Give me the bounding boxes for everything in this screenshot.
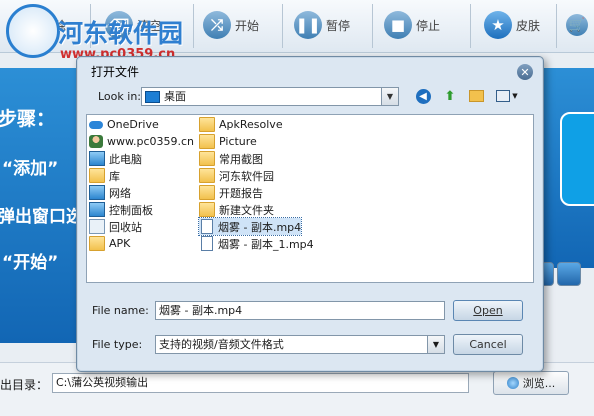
instructions-panel: 步骤： “添加” 弹出窗口选 “开始” [0, 68, 85, 343]
pause-button[interactable]: ❚❚ 暂停 [294, 0, 350, 50]
chevron-down-icon: ▼ [381, 88, 398, 105]
list-item[interactable]: 回收站 [89, 218, 142, 235]
list-item[interactable]: 烟雾 - 副本_1.mp4 [199, 235, 314, 252]
list-item[interactable]: Picture [199, 133, 257, 150]
toolbar-separator [556, 4, 557, 48]
folder-icon [199, 134, 215, 149]
folder-icon [199, 202, 215, 217]
cancel-button[interactable]: Cancel [453, 334, 523, 355]
folder-icon [199, 151, 215, 166]
look-in-label: Look in: [98, 90, 141, 103]
toolbar-separator [470, 4, 471, 48]
network-icon [89, 185, 105, 200]
list-item[interactable]: ApkResolve [199, 116, 283, 133]
folder-icon [89, 236, 105, 251]
onedrive-icon [89, 120, 103, 129]
list-item-selected[interactable]: 烟雾 - 副本.mp4 [197, 217, 303, 236]
view-menu-icon[interactable]: ▼ [493, 87, 521, 105]
list-item[interactable]: 网络 [89, 184, 131, 201]
toolbar-separator [193, 4, 194, 48]
file-name-label: File name: [92, 304, 149, 317]
up-folder-icon[interactable]: ⬆ [441, 87, 459, 105]
list-item[interactable]: APK [89, 235, 130, 252]
skin-button[interactable]: ★ 皮肤 [484, 0, 540, 50]
file-type-select[interactable]: 支持的视频/音频文件格式 ▼ [155, 335, 445, 354]
list-item[interactable]: 新建文件夹 [199, 201, 274, 218]
folder-icon [199, 168, 215, 183]
cart-button[interactable]: 🛒 [566, 0, 588, 50]
file-type-label: File type: [92, 338, 143, 351]
browse-button[interactable]: 浏览... [493, 371, 569, 395]
user-icon [89, 135, 103, 148]
recycle-bin-icon [89, 219, 105, 234]
open-file-dialog: 打开文件 ✕ Look in: 桌面 ▼ ◀ ⬆ ▼ OneDrive www.… [76, 56, 544, 372]
back-icon[interactable]: ◀ [414, 87, 432, 105]
close-icon[interactable]: ✕ [517, 64, 533, 80]
new-folder-icon[interactable] [467, 87, 485, 105]
app-icon [560, 112, 594, 206]
list-item[interactable]: 库 [89, 167, 120, 184]
open-button[interactable]: Open [453, 300, 523, 321]
video-file-icon [201, 219, 213, 234]
file-list: OneDrive www.pc0359.cn 此电脑 库 网络 控制面板 回收站… [86, 114, 534, 283]
instruction-line: “添加” [2, 159, 59, 179]
globe-icon [506, 377, 519, 389]
start-button[interactable]: ⤮ 开始 [203, 0, 259, 50]
list-item[interactable]: www.pc0359.cn [89, 133, 194, 150]
output-dir-input[interactable]: C:\蒲公英视频输出 [52, 373, 469, 393]
list-item[interactable]: 常用截图 [199, 150, 263, 167]
instruction-line: 步骤： [0, 108, 56, 130]
cart-icon: 🛒 [566, 14, 588, 36]
list-item[interactable]: 此电脑 [89, 150, 142, 167]
look-in-select[interactable]: 桌面 ▼ [141, 87, 399, 106]
pause-icon: ❚❚ [294, 11, 322, 39]
stop-button[interactable]: ■ 停止 [384, 0, 440, 50]
folder-icon [199, 185, 215, 200]
watermark-logo-icon [6, 4, 60, 58]
chevron-down-icon: ▼ [427, 336, 444, 353]
computer-icon [89, 151, 105, 166]
list-item[interactable]: 河东软件园 [199, 167, 274, 184]
list-item[interactable]: OneDrive [89, 116, 159, 133]
shuffle-icon: ⤮ [203, 11, 231, 39]
watermark-title: 河东软件园 [58, 19, 184, 48]
output-dir-label: 出目录： [0, 378, 49, 392]
dialog-title: 打开文件 [91, 65, 140, 79]
toolbar-separator [282, 4, 283, 48]
control-panel-icon [89, 202, 105, 217]
instruction-line: “开始” [2, 253, 59, 273]
video-file-icon [201, 236, 213, 251]
stop-icon: ■ [384, 11, 412, 39]
list-item[interactable]: 控制面板 [89, 201, 153, 218]
library-icon [89, 168, 105, 183]
control-square-icon[interactable] [557, 262, 581, 286]
star-icon: ★ [484, 11, 512, 39]
instruction-line: 弹出窗口选 [0, 207, 83, 227]
list-item[interactable]: 开题报告 [199, 184, 263, 201]
toolbar-separator [372, 4, 373, 48]
file-name-input[interactable]: 烟雾 - 副本.mp4 [155, 301, 445, 320]
desktop-icon [145, 91, 160, 103]
folder-icon [199, 117, 215, 132]
